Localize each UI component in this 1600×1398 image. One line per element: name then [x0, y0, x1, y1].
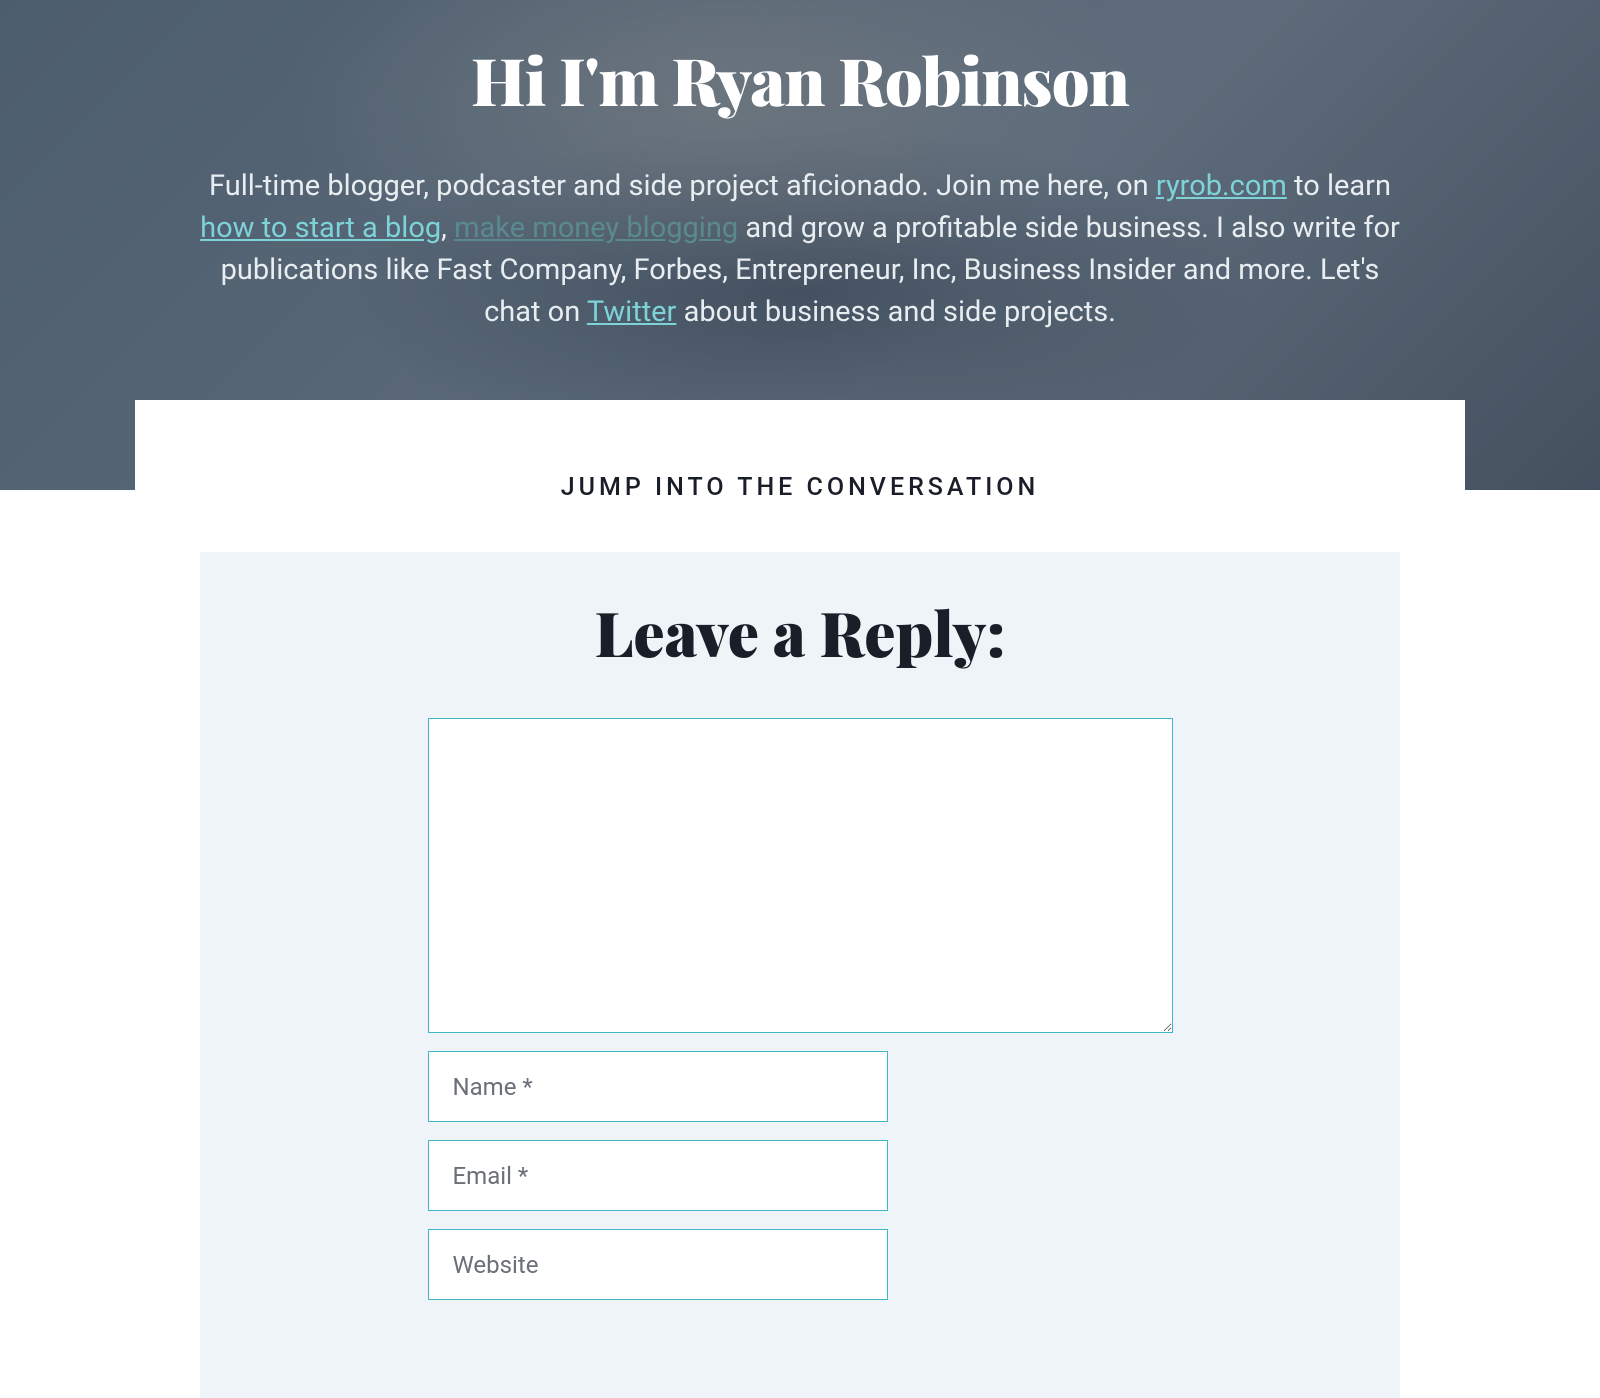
reply-section: Leave a Reply: — [200, 552, 1400, 1398]
hero-title: Hi I'm Ryan Robinson — [160, 35, 1440, 123]
link-make-money-blogging[interactable]: make money blogging — [454, 211, 738, 245]
conversation-card: JUMP INTO THE CONVERSATION Leave a Reply… — [135, 400, 1465, 1398]
hero-text-1: Full-time blogger, podcaster and side pr… — [209, 169, 1156, 203]
hero-text-5: about business and side projects. — [676, 295, 1116, 329]
conversation-label: JUMP INTO THE CONVERSATION — [135, 473, 1465, 502]
link-how-to-start-blog[interactable]: how to start a blog — [200, 211, 441, 245]
hero-text-3: , — [441, 211, 454, 245]
website-field[interactable] — [428, 1229, 888, 1300]
comment-textarea[interactable] — [428, 718, 1173, 1033]
reply-title: Leave a Reply: — [200, 590, 1400, 673]
hero-content: Hi I'm Ryan Robinson Full-time blogger, … — [160, 0, 1440, 333]
email-field[interactable] — [428, 1140, 888, 1211]
link-twitter[interactable]: Twitter — [587, 295, 677, 329]
hero-text-2: to learn — [1287, 169, 1391, 203]
name-field[interactable] — [428, 1051, 888, 1122]
hero-description: Full-time blogger, podcaster and side pr… — [160, 165, 1440, 333]
link-ryrob[interactable]: ryrob.com — [1156, 169, 1287, 203]
